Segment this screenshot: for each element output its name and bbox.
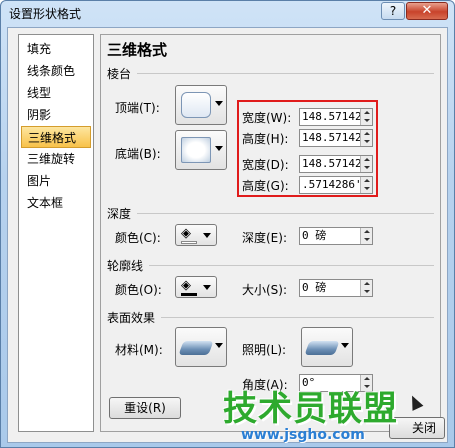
title-bar: 设置形状格式 ? ✕	[1, 1, 454, 25]
top-height-label: 高度(H):	[242, 132, 289, 146]
depth-color-label: 颜色(C):	[115, 231, 161, 245]
nav-item-shadow[interactable]: 阴影	[21, 104, 91, 126]
material-picker[interactable]	[175, 327, 227, 367]
bevel-bottom-label: 底端(B):	[115, 147, 161, 161]
watermark: 技术员联盟 www.jsgho.com	[223, 381, 453, 447]
watermark-title: 技术员联盟	[223, 389, 398, 429]
chevron-down-icon	[341, 343, 349, 348]
chevron-down-icon	[215, 343, 223, 348]
depth-color-picker[interactable]: ◈	[175, 224, 217, 246]
close-window-button[interactable]: ✕	[406, 2, 448, 20]
bevel-top-picker[interactable]	[175, 85, 227, 125]
bevel-section-label: 棱台	[107, 67, 132, 81]
panel-title: 三维格式	[107, 41, 168, 59]
spinner-buttons[interactable]	[360, 109, 372, 125]
contour-size-label: 大小(S):	[242, 283, 288, 297]
depth-label: 深度(E):	[242, 231, 287, 245]
bottom-height-value: .5714286'	[302, 178, 360, 191]
bottom-width-label: 宽度(D):	[242, 158, 289, 172]
top-height-spinner[interactable]: 148.57142	[299, 129, 373, 147]
depth-spinner[interactable]: 0 磅	[299, 227, 373, 245]
contour-color-label: 颜色(O):	[115, 283, 162, 297]
spinner-buttons[interactable]	[360, 228, 372, 244]
depth-section-label: 深度	[107, 207, 132, 221]
lighting-preview-icon	[304, 341, 340, 355]
contour-color-picker[interactable]: ◈	[175, 276, 217, 298]
bottom-width-spinner[interactable]: 148.57142	[299, 155, 373, 173]
bevel-divider	[137, 73, 434, 74]
chevron-down-icon	[203, 285, 211, 290]
reset-button[interactable]: 重设(R)	[109, 397, 181, 419]
spinner-buttons[interactable]	[360, 280, 372, 296]
top-width-value: 148.57142	[302, 110, 360, 123]
bottom-width-value: 148.57142	[302, 157, 360, 170]
material-preview-icon	[178, 341, 214, 355]
category-list: 填充 线条颜色 线型 阴影 三维格式 三维旋转 图片 文本框	[18, 34, 94, 432]
nav-item-fill[interactable]: 填充	[21, 38, 91, 60]
chevron-down-icon	[215, 146, 223, 151]
top-width-spinner[interactable]: 148.57142	[299, 108, 373, 126]
spinner-buttons[interactable]	[360, 177, 372, 193]
depth-value: 0 磅	[302, 229, 327, 242]
nav-item-3d-format[interactable]: 三维格式	[21, 126, 91, 148]
surface-divider	[161, 317, 434, 318]
chevron-down-icon	[203, 233, 211, 238]
lighting-label: 照明(L):	[242, 343, 287, 357]
contour-divider	[149, 265, 434, 266]
color-swatch	[181, 293, 197, 296]
nav-item-3d-rotation[interactable]: 三维旋转	[21, 148, 91, 170]
nav-item-line-color[interactable]: 线条颜色	[21, 60, 91, 82]
spinner-buttons[interactable]	[360, 156, 372, 172]
dialog-title: 设置形状格式	[9, 7, 82, 21]
bottom-height-label: 高度(G):	[242, 179, 289, 193]
contour-section-label: 轮廓线	[107, 259, 144, 273]
bottom-height-spinner[interactable]: .5714286'	[299, 176, 373, 194]
nav-item-line-style[interactable]: 线型	[21, 82, 91, 104]
3d-format-panel: 三维格式 棱台 顶端(T): 底端(B): 宽度(W): 148.57142 高…	[100, 34, 441, 432]
bevel-bottom-preview-icon	[181, 137, 211, 163]
bevel-top-preview-icon	[181, 92, 211, 118]
top-height-value: 148.57142	[302, 131, 360, 144]
format-shape-dialog: 设置形状格式 ? ✕ 填充 线条颜色 线型 阴影 三维格式 三维旋转 图片 文本…	[0, 0, 455, 448]
chevron-down-icon	[215, 101, 223, 106]
material-label: 材料(M):	[115, 343, 163, 357]
bevel-top-label: 顶端(T):	[115, 101, 160, 115]
bevel-bottom-picker[interactable]	[175, 130, 227, 170]
nav-item-text-box[interactable]: 文本框	[21, 192, 91, 214]
contour-size-spinner[interactable]: 0 磅	[299, 279, 373, 297]
lighting-picker[interactable]	[301, 327, 353, 367]
watermark-url: www.jsgho.com	[241, 427, 365, 443]
color-swatch	[181, 241, 197, 244]
nav-item-picture[interactable]: 图片	[21, 170, 91, 192]
help-button[interactable]: ?	[381, 2, 405, 20]
contour-size-value: 0 磅	[302, 281, 327, 294]
spinner-buttons[interactable]	[360, 130, 372, 146]
depth-divider	[137, 213, 434, 214]
surface-section-label: 表面效果	[107, 311, 156, 325]
top-width-label: 宽度(W):	[242, 111, 292, 125]
